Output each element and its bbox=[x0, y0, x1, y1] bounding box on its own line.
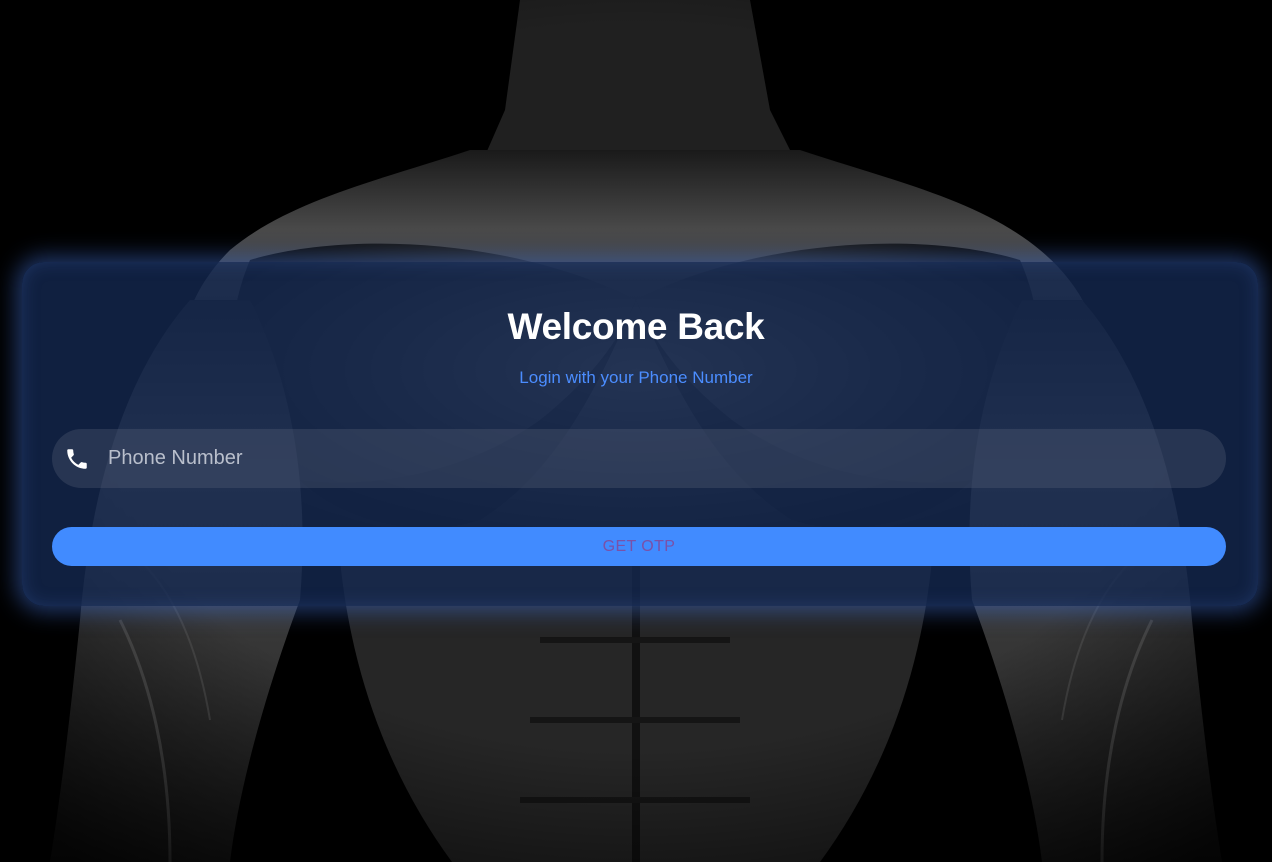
get-otp-button[interactable]: GET OTP bbox=[52, 527, 1226, 566]
page-title: Welcome Back bbox=[507, 306, 765, 347]
login-screen: Welcome Back Login with your Phone Numbe… bbox=[0, 0, 1272, 862]
page-subtitle: Login with your Phone Number bbox=[519, 368, 753, 387]
phone-number-field[interactable] bbox=[52, 429, 1226, 488]
phone-icon bbox=[64, 446, 90, 472]
phone-number-input[interactable] bbox=[108, 438, 1226, 479]
